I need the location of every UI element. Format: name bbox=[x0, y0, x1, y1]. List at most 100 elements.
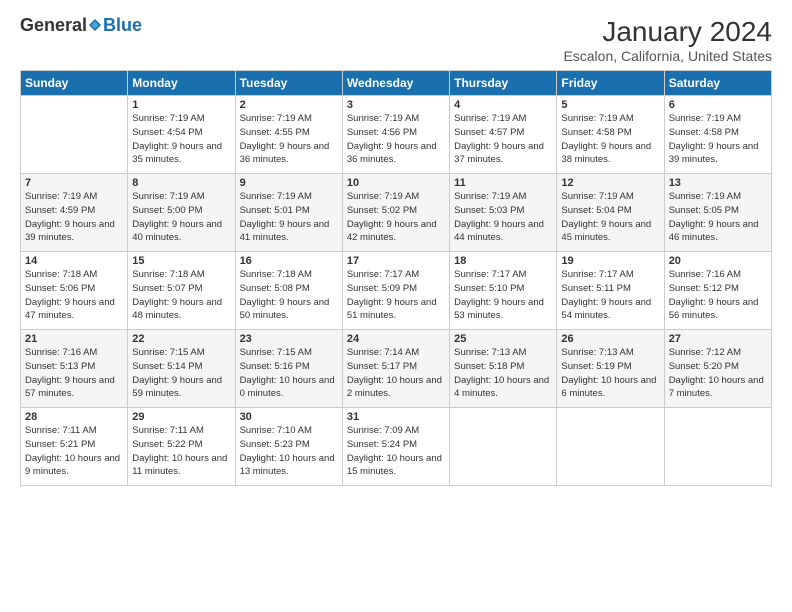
day-info: Sunrise: 7:18 AM Sunset: 5:08 PM Dayligh… bbox=[240, 268, 338, 323]
table-row: 22 Sunrise: 7:15 AM Sunset: 5:14 PM Dayl… bbox=[128, 330, 235, 408]
day-number: 30 bbox=[240, 411, 338, 423]
col-thursday: Thursday bbox=[450, 71, 557, 96]
sunset-text: Sunset: 4:57 PM bbox=[454, 127, 524, 138]
day-number: 9 bbox=[240, 177, 338, 189]
sunset-text: Sunset: 5:22 PM bbox=[132, 439, 202, 450]
day-number: 29 bbox=[132, 411, 230, 423]
table-row: 21 Sunrise: 7:16 AM Sunset: 5:13 PM Dayl… bbox=[21, 330, 128, 408]
daylight-text: Daylight: 9 hours and 45 minutes. bbox=[561, 219, 651, 244]
day-info: Sunrise: 7:19 AM Sunset: 4:57 PM Dayligh… bbox=[454, 112, 552, 167]
sunset-text: Sunset: 5:04 PM bbox=[561, 205, 631, 216]
sunrise-text: Sunrise: 7:18 AM bbox=[240, 269, 312, 280]
table-row: 12 Sunrise: 7:19 AM Sunset: 5:04 PM Dayl… bbox=[557, 174, 664, 252]
daylight-text: Daylight: 10 hours and 9 minutes. bbox=[25, 453, 120, 478]
table-row: 31 Sunrise: 7:09 AM Sunset: 5:24 PM Dayl… bbox=[342, 408, 449, 486]
table-row: 11 Sunrise: 7:19 AM Sunset: 5:03 PM Dayl… bbox=[450, 174, 557, 252]
sunrise-text: Sunrise: 7:19 AM bbox=[454, 113, 526, 124]
sunrise-text: Sunrise: 7:19 AM bbox=[561, 191, 633, 202]
daylight-text: Daylight: 10 hours and 6 minutes. bbox=[561, 375, 656, 400]
day-number: 24 bbox=[347, 333, 445, 345]
day-number: 7 bbox=[25, 177, 123, 189]
table-row: 13 Sunrise: 7:19 AM Sunset: 5:05 PM Dayl… bbox=[664, 174, 771, 252]
sunset-text: Sunset: 5:18 PM bbox=[454, 361, 524, 372]
day-number: 8 bbox=[132, 177, 230, 189]
day-info: Sunrise: 7:16 AM Sunset: 5:12 PM Dayligh… bbox=[669, 268, 767, 323]
sunrise-text: Sunrise: 7:17 AM bbox=[347, 269, 419, 280]
table-row: 10 Sunrise: 7:19 AM Sunset: 5:02 PM Dayl… bbox=[342, 174, 449, 252]
day-info: Sunrise: 7:19 AM Sunset: 4:54 PM Dayligh… bbox=[132, 112, 230, 167]
day-info: Sunrise: 7:17 AM Sunset: 5:09 PM Dayligh… bbox=[347, 268, 445, 323]
col-tuesday: Tuesday bbox=[235, 71, 342, 96]
day-info: Sunrise: 7:19 AM Sunset: 5:04 PM Dayligh… bbox=[561, 190, 659, 245]
col-wednesday: Wednesday bbox=[342, 71, 449, 96]
sunset-text: Sunset: 5:09 PM bbox=[347, 283, 417, 294]
table-row: 7 Sunrise: 7:19 AM Sunset: 4:59 PM Dayli… bbox=[21, 174, 128, 252]
sunset-text: Sunset: 5:12 PM bbox=[669, 283, 739, 294]
table-row bbox=[21, 96, 128, 174]
day-number: 12 bbox=[561, 177, 659, 189]
daylight-text: Daylight: 9 hours and 57 minutes. bbox=[25, 375, 115, 400]
sunset-text: Sunset: 5:01 PM bbox=[240, 205, 310, 216]
daylight-text: Daylight: 9 hours and 35 minutes. bbox=[132, 141, 222, 166]
daylight-text: Daylight: 9 hours and 59 minutes. bbox=[132, 375, 222, 400]
sunset-text: Sunset: 5:16 PM bbox=[240, 361, 310, 372]
daylight-text: Daylight: 10 hours and 2 minutes. bbox=[347, 375, 442, 400]
daylight-text: Daylight: 9 hours and 38 minutes. bbox=[561, 141, 651, 166]
day-info: Sunrise: 7:17 AM Sunset: 5:10 PM Dayligh… bbox=[454, 268, 552, 323]
day-info: Sunrise: 7:13 AM Sunset: 5:19 PM Dayligh… bbox=[561, 346, 659, 401]
logo-general-text: General bbox=[20, 16, 87, 34]
sunrise-text: Sunrise: 7:09 AM bbox=[347, 425, 419, 436]
table-row: 1 Sunrise: 7:19 AM Sunset: 4:54 PM Dayli… bbox=[128, 96, 235, 174]
sunset-text: Sunset: 5:21 PM bbox=[25, 439, 95, 450]
sunrise-text: Sunrise: 7:14 AM bbox=[347, 347, 419, 358]
daylight-text: Daylight: 9 hours and 48 minutes. bbox=[132, 297, 222, 322]
sunset-text: Sunset: 5:07 PM bbox=[132, 283, 202, 294]
daylight-text: Daylight: 9 hours and 39 minutes. bbox=[669, 141, 759, 166]
day-number: 21 bbox=[25, 333, 123, 345]
sunset-text: Sunset: 5:11 PM bbox=[561, 283, 631, 294]
sunset-text: Sunset: 4:54 PM bbox=[132, 127, 202, 138]
sunset-text: Sunset: 5:13 PM bbox=[25, 361, 95, 372]
table-row: 5 Sunrise: 7:19 AM Sunset: 4:58 PM Dayli… bbox=[557, 96, 664, 174]
day-number: 16 bbox=[240, 255, 338, 267]
table-row bbox=[450, 408, 557, 486]
daylight-text: Daylight: 10 hours and 11 minutes. bbox=[132, 453, 227, 478]
daylight-text: Daylight: 10 hours and 4 minutes. bbox=[454, 375, 549, 400]
sunrise-text: Sunrise: 7:12 AM bbox=[669, 347, 741, 358]
page-container: General Blue January 2024 Escalon, Calif… bbox=[0, 0, 792, 496]
sunrise-text: Sunrise: 7:13 AM bbox=[454, 347, 526, 358]
table-row: 9 Sunrise: 7:19 AM Sunset: 5:01 PM Dayli… bbox=[235, 174, 342, 252]
logo: General Blue bbox=[20, 16, 142, 34]
sunrise-text: Sunrise: 7:19 AM bbox=[347, 191, 419, 202]
sunrise-text: Sunrise: 7:18 AM bbox=[132, 269, 204, 280]
sunrise-text: Sunrise: 7:17 AM bbox=[561, 269, 633, 280]
day-number: 1 bbox=[132, 99, 230, 111]
table-row: 26 Sunrise: 7:13 AM Sunset: 5:19 PM Dayl… bbox=[557, 330, 664, 408]
sunrise-text: Sunrise: 7:16 AM bbox=[669, 269, 741, 280]
sunrise-text: Sunrise: 7:19 AM bbox=[669, 113, 741, 124]
day-info: Sunrise: 7:11 AM Sunset: 5:22 PM Dayligh… bbox=[132, 424, 230, 479]
table-row: 30 Sunrise: 7:10 AM Sunset: 5:23 PM Dayl… bbox=[235, 408, 342, 486]
col-monday: Monday bbox=[128, 71, 235, 96]
day-info: Sunrise: 7:16 AM Sunset: 5:13 PM Dayligh… bbox=[25, 346, 123, 401]
sunrise-text: Sunrise: 7:17 AM bbox=[454, 269, 526, 280]
day-info: Sunrise: 7:14 AM Sunset: 5:17 PM Dayligh… bbox=[347, 346, 445, 401]
header-row: General Blue January 2024 Escalon, Calif… bbox=[20, 16, 772, 64]
sunset-text: Sunset: 5:19 PM bbox=[561, 361, 631, 372]
day-info: Sunrise: 7:19 AM Sunset: 4:58 PM Dayligh… bbox=[561, 112, 659, 167]
table-row: 28 Sunrise: 7:11 AM Sunset: 5:21 PM Dayl… bbox=[21, 408, 128, 486]
day-info: Sunrise: 7:13 AM Sunset: 5:18 PM Dayligh… bbox=[454, 346, 552, 401]
day-number: 31 bbox=[347, 411, 445, 423]
sunset-text: Sunset: 5:05 PM bbox=[669, 205, 739, 216]
calendar-header-row: Sunday Monday Tuesday Wednesday Thursday… bbox=[21, 71, 772, 96]
sunrise-text: Sunrise: 7:19 AM bbox=[347, 113, 419, 124]
daylight-text: Daylight: 9 hours and 42 minutes. bbox=[347, 219, 437, 244]
day-info: Sunrise: 7:18 AM Sunset: 5:06 PM Dayligh… bbox=[25, 268, 123, 323]
table-row: 17 Sunrise: 7:17 AM Sunset: 5:09 PM Dayl… bbox=[342, 252, 449, 330]
day-info: Sunrise: 7:09 AM Sunset: 5:24 PM Dayligh… bbox=[347, 424, 445, 479]
sunrise-text: Sunrise: 7:15 AM bbox=[240, 347, 312, 358]
table-row: 15 Sunrise: 7:18 AM Sunset: 5:07 PM Dayl… bbox=[128, 252, 235, 330]
day-info: Sunrise: 7:15 AM Sunset: 5:14 PM Dayligh… bbox=[132, 346, 230, 401]
day-number: 13 bbox=[669, 177, 767, 189]
daylight-text: Daylight: 9 hours and 36 minutes. bbox=[240, 141, 330, 166]
